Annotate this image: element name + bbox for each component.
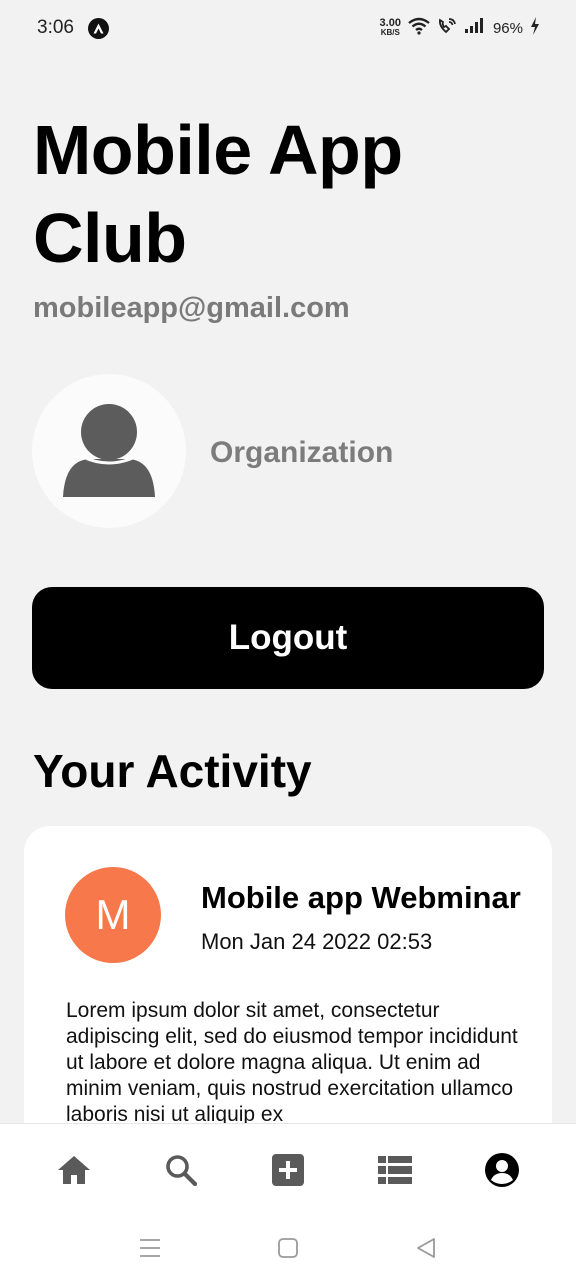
wifi-call-icon <box>437 17 457 39</box>
status-time: 3:06 <box>37 17 74 38</box>
net-speed: 3.00 KB/S <box>379 17 401 38</box>
nav-list[interactable] <box>355 1140 435 1200</box>
home-square-icon <box>278 1237 298 1258</box>
activity-avatar: M <box>65 867 161 963</box>
menu-icon <box>140 1238 160 1257</box>
list-icon <box>378 1155 413 1184</box>
charging-icon <box>530 17 540 39</box>
signal-icon <box>464 18 486 38</box>
system-home-button[interactable] <box>219 1223 357 1273</box>
nav-add[interactable] <box>248 1140 328 1200</box>
notification-app-icon <box>87 17 109 39</box>
activity-date: Mon Jan 24 2022 02:53 <box>201 929 433 954</box>
profile-role: Organization <box>210 436 394 469</box>
add-icon <box>271 1153 304 1186</box>
status-left: 3:06 <box>37 17 109 39</box>
wifi-icon <box>408 17 430 39</box>
system-menu-button[interactable] <box>81 1223 219 1273</box>
nav-search[interactable] <box>141 1140 221 1200</box>
activity-title: Mobile app Webminar <box>201 880 521 915</box>
profile-email: mobileapp@gmail.com <box>33 292 350 324</box>
bottom-navigation <box>0 1123 576 1215</box>
battery-level: 96% <box>492 19 523 37</box>
person-icon <box>63 404 155 497</box>
net-speed-value: 3.00 <box>379 17 401 29</box>
home-icon <box>57 1155 90 1184</box>
back-icon <box>417 1237 435 1258</box>
activity-description: Lorem ipsum dolor sit amet, consectetur … <box>66 999 518 1126</box>
system-navigation <box>0 1215 576 1280</box>
nav-profile[interactable] <box>462 1140 542 1200</box>
net-speed-unit: KB/S <box>380 28 400 37</box>
status-right: 3.00 KB/S 96% <box>380 17 540 39</box>
system-back-button[interactable] <box>357 1223 495 1273</box>
profile-screen: 3:06 3.00 KB/S 96% Mobile App Club mobil… <box>0 0 576 1280</box>
profile-avatar <box>32 374 186 528</box>
logout-button[interactable]: Logout <box>32 587 544 689</box>
nav-home[interactable] <box>34 1140 114 1200</box>
profile-name: Mobile App Club <box>33 111 403 277</box>
status-bar: 3:06 3.00 KB/S 96% <box>0 0 576 56</box>
activity-section-title: Your Activity <box>33 745 312 797</box>
search-icon <box>165 1154 197 1186</box>
profile-icon <box>485 1152 520 1187</box>
